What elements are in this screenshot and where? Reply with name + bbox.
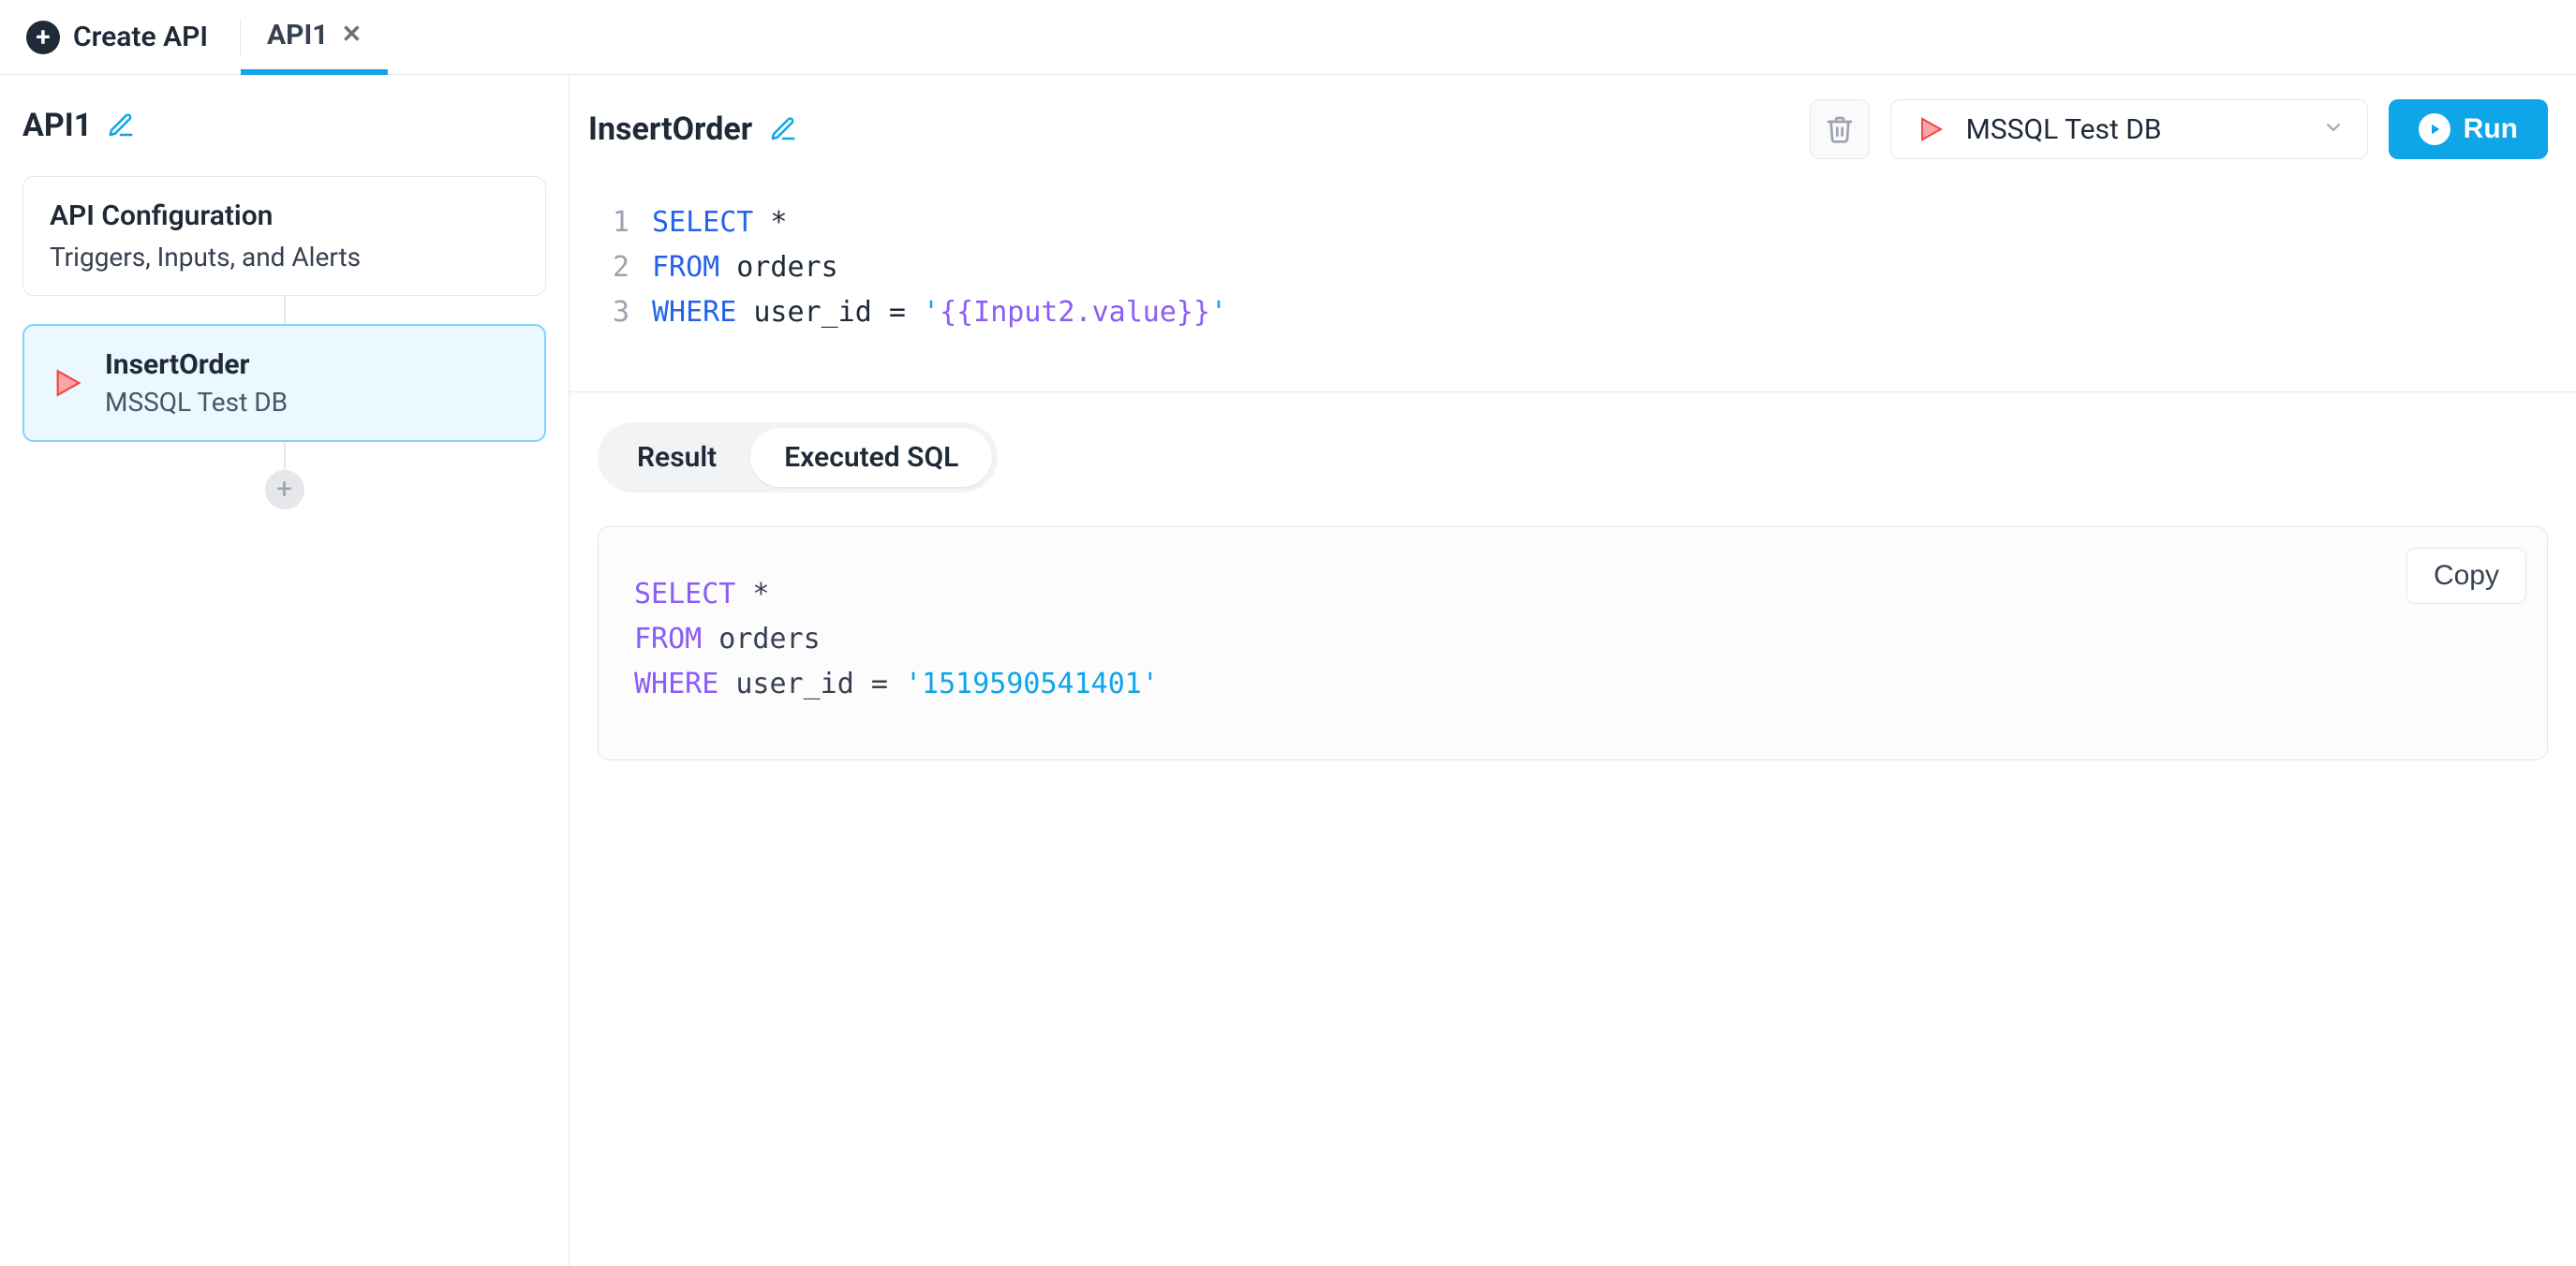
chevron-down-icon: [2322, 113, 2345, 146]
executed-line: WHERE user_id = '1519590541401': [634, 662, 2511, 707]
tab-result[interactable]: Result: [603, 428, 750, 487]
plus-icon: +: [26, 21, 60, 54]
step-datasource: MSSQL Test DB: [105, 387, 288, 418]
pill-group: Result Executed SQL: [598, 422, 998, 493]
line-number: 3: [598, 290, 652, 335]
step-name-header: InsertOrder: [588, 110, 797, 148]
code-line: 3WHERE user_id = '{{Input2.value}}': [598, 290, 2548, 335]
config-subtitle: Triggers, Inputs, and Alerts: [50, 242, 519, 272]
database-icon: [51, 365, 86, 401]
create-api-label: Create API: [73, 21, 208, 53]
delete-button[interactable]: [1810, 99, 1870, 159]
run-button[interactable]: Run: [2389, 99, 2548, 159]
code-content: WHERE user_id = '{{Input2.value}}': [652, 290, 1227, 335]
executed-sql-content: SELECT *FROM ordersWHERE user_id = '1519…: [634, 572, 2511, 707]
sidebar: API1 API Configuration Triggers, Inputs,…: [0, 75, 570, 1266]
step-title: InsertOrder: [105, 348, 288, 381]
connector-line: [284, 442, 286, 470]
result-tabs: Result Executed SQL: [570, 392, 2576, 513]
database-icon: [1914, 111, 1949, 147]
tab-executed-sql[interactable]: Executed SQL: [750, 428, 992, 487]
executed-line: SELECT *: [634, 572, 2511, 617]
connector-line: [284, 296, 286, 324]
line-number: 1: [598, 200, 652, 245]
code-content: FROM orders: [652, 245, 838, 290]
create-api-button[interactable]: + Create API: [26, 21, 240, 54]
play-icon: [2419, 113, 2450, 145]
executed-sql-box: Copy SELECT *FROM ordersWHERE user_id = …: [598, 526, 2548, 760]
api-title: API1: [22, 107, 546, 144]
tab-label: API1: [267, 19, 328, 52]
code-line: 2FROM orders: [598, 245, 2548, 290]
line-number: 2: [598, 245, 652, 290]
api-title-text: API1: [22, 107, 92, 144]
add-step-button[interactable]: +: [265, 470, 304, 509]
code-line: 1SELECT *: [598, 200, 2548, 245]
content-header: InsertOrder MSSQL Test DB: [570, 75, 2576, 184]
edit-icon[interactable]: [107, 111, 135, 140]
close-icon[interactable]: ✕: [341, 22, 362, 47]
tab-api1[interactable]: API1 ✕: [241, 0, 388, 75]
run-label: Run: [2464, 113, 2518, 145]
executed-line: FROM orders: [634, 617, 2511, 662]
step-insertorder[interactable]: InsertOrder MSSQL Test DB: [22, 324, 546, 442]
copy-button[interactable]: Copy: [2406, 548, 2526, 604]
step-name-text: InsertOrder: [588, 110, 752, 148]
trash-icon: [1825, 114, 1855, 144]
config-title: API Configuration: [50, 199, 519, 232]
tab-bar: + Create API API1 ✕: [0, 0, 2576, 75]
edit-icon[interactable]: [769, 115, 797, 143]
datasource-select[interactable]: MSSQL Test DB: [1890, 99, 2368, 159]
code-editor[interactable]: 1SELECT *2FROM orders3WHERE user_id = '{…: [570, 184, 2576, 392]
code-content: SELECT *: [652, 200, 788, 245]
content-area: InsertOrder MSSQL Test DB: [570, 75, 2576, 1266]
api-configuration-card[interactable]: API Configuration Triggers, Inputs, and …: [22, 176, 546, 296]
datasource-label: MSSQL Test DB: [1966, 113, 2305, 146]
